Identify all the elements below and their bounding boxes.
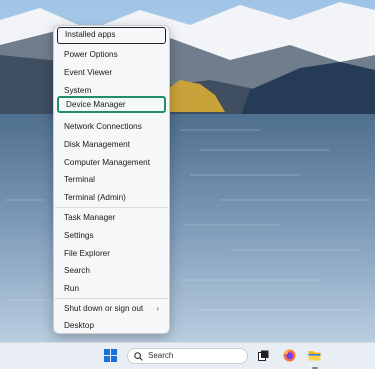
menu-item-settings[interactable]: Settings [57, 227, 166, 244]
search-icon [134, 352, 143, 361]
menu-item-terminal[interactable]: Terminal [57, 171, 166, 188]
firefox-icon[interactable] [283, 349, 296, 362]
menu-item-task-manager[interactable]: Task Manager [57, 209, 166, 226]
menu-item-device-manager[interactable]: Device Manager [57, 96, 166, 113]
winx-context-menu: Installed apps Power Options Event Viewe… [53, 25, 170, 334]
task-view-icon[interactable] [258, 350, 269, 361]
windows-start-icon[interactable] [104, 349, 118, 363]
menu-item-shut-down-or-sign-out[interactable]: Shut down or sign out › [57, 300, 166, 317]
menu-item-installed-apps[interactable]: Installed apps [57, 27, 166, 44]
menu-separator [55, 207, 168, 208]
menu-item-search[interactable]: Search [57, 262, 166, 279]
menu-item-computer-management[interactable]: Computer Management [57, 154, 166, 171]
search-placeholder: Search [148, 351, 174, 360]
menu-item-event-viewer[interactable]: Event Viewer [57, 64, 166, 81]
menu-item-terminal-admin[interactable]: Terminal (Admin) [57, 189, 166, 206]
menu-separator [55, 298, 168, 299]
file-explorer-icon[interactable] [308, 349, 321, 362]
chevron-right-icon: › [156, 304, 159, 313]
menu-item-run[interactable]: Run [57, 280, 166, 297]
taskbar-search-box[interactable]: Search [127, 348, 248, 364]
taskbar: Search [0, 342, 375, 369]
menu-item-network-connections[interactable]: Network Connections [57, 118, 166, 135]
menu-item-power-options[interactable]: Power Options [57, 46, 166, 63]
menu-item-file-explorer[interactable]: File Explorer [57, 245, 166, 262]
menu-item-disk-management[interactable]: Disk Management [57, 136, 166, 153]
menu-item-desktop[interactable]: Desktop [57, 317, 166, 334]
